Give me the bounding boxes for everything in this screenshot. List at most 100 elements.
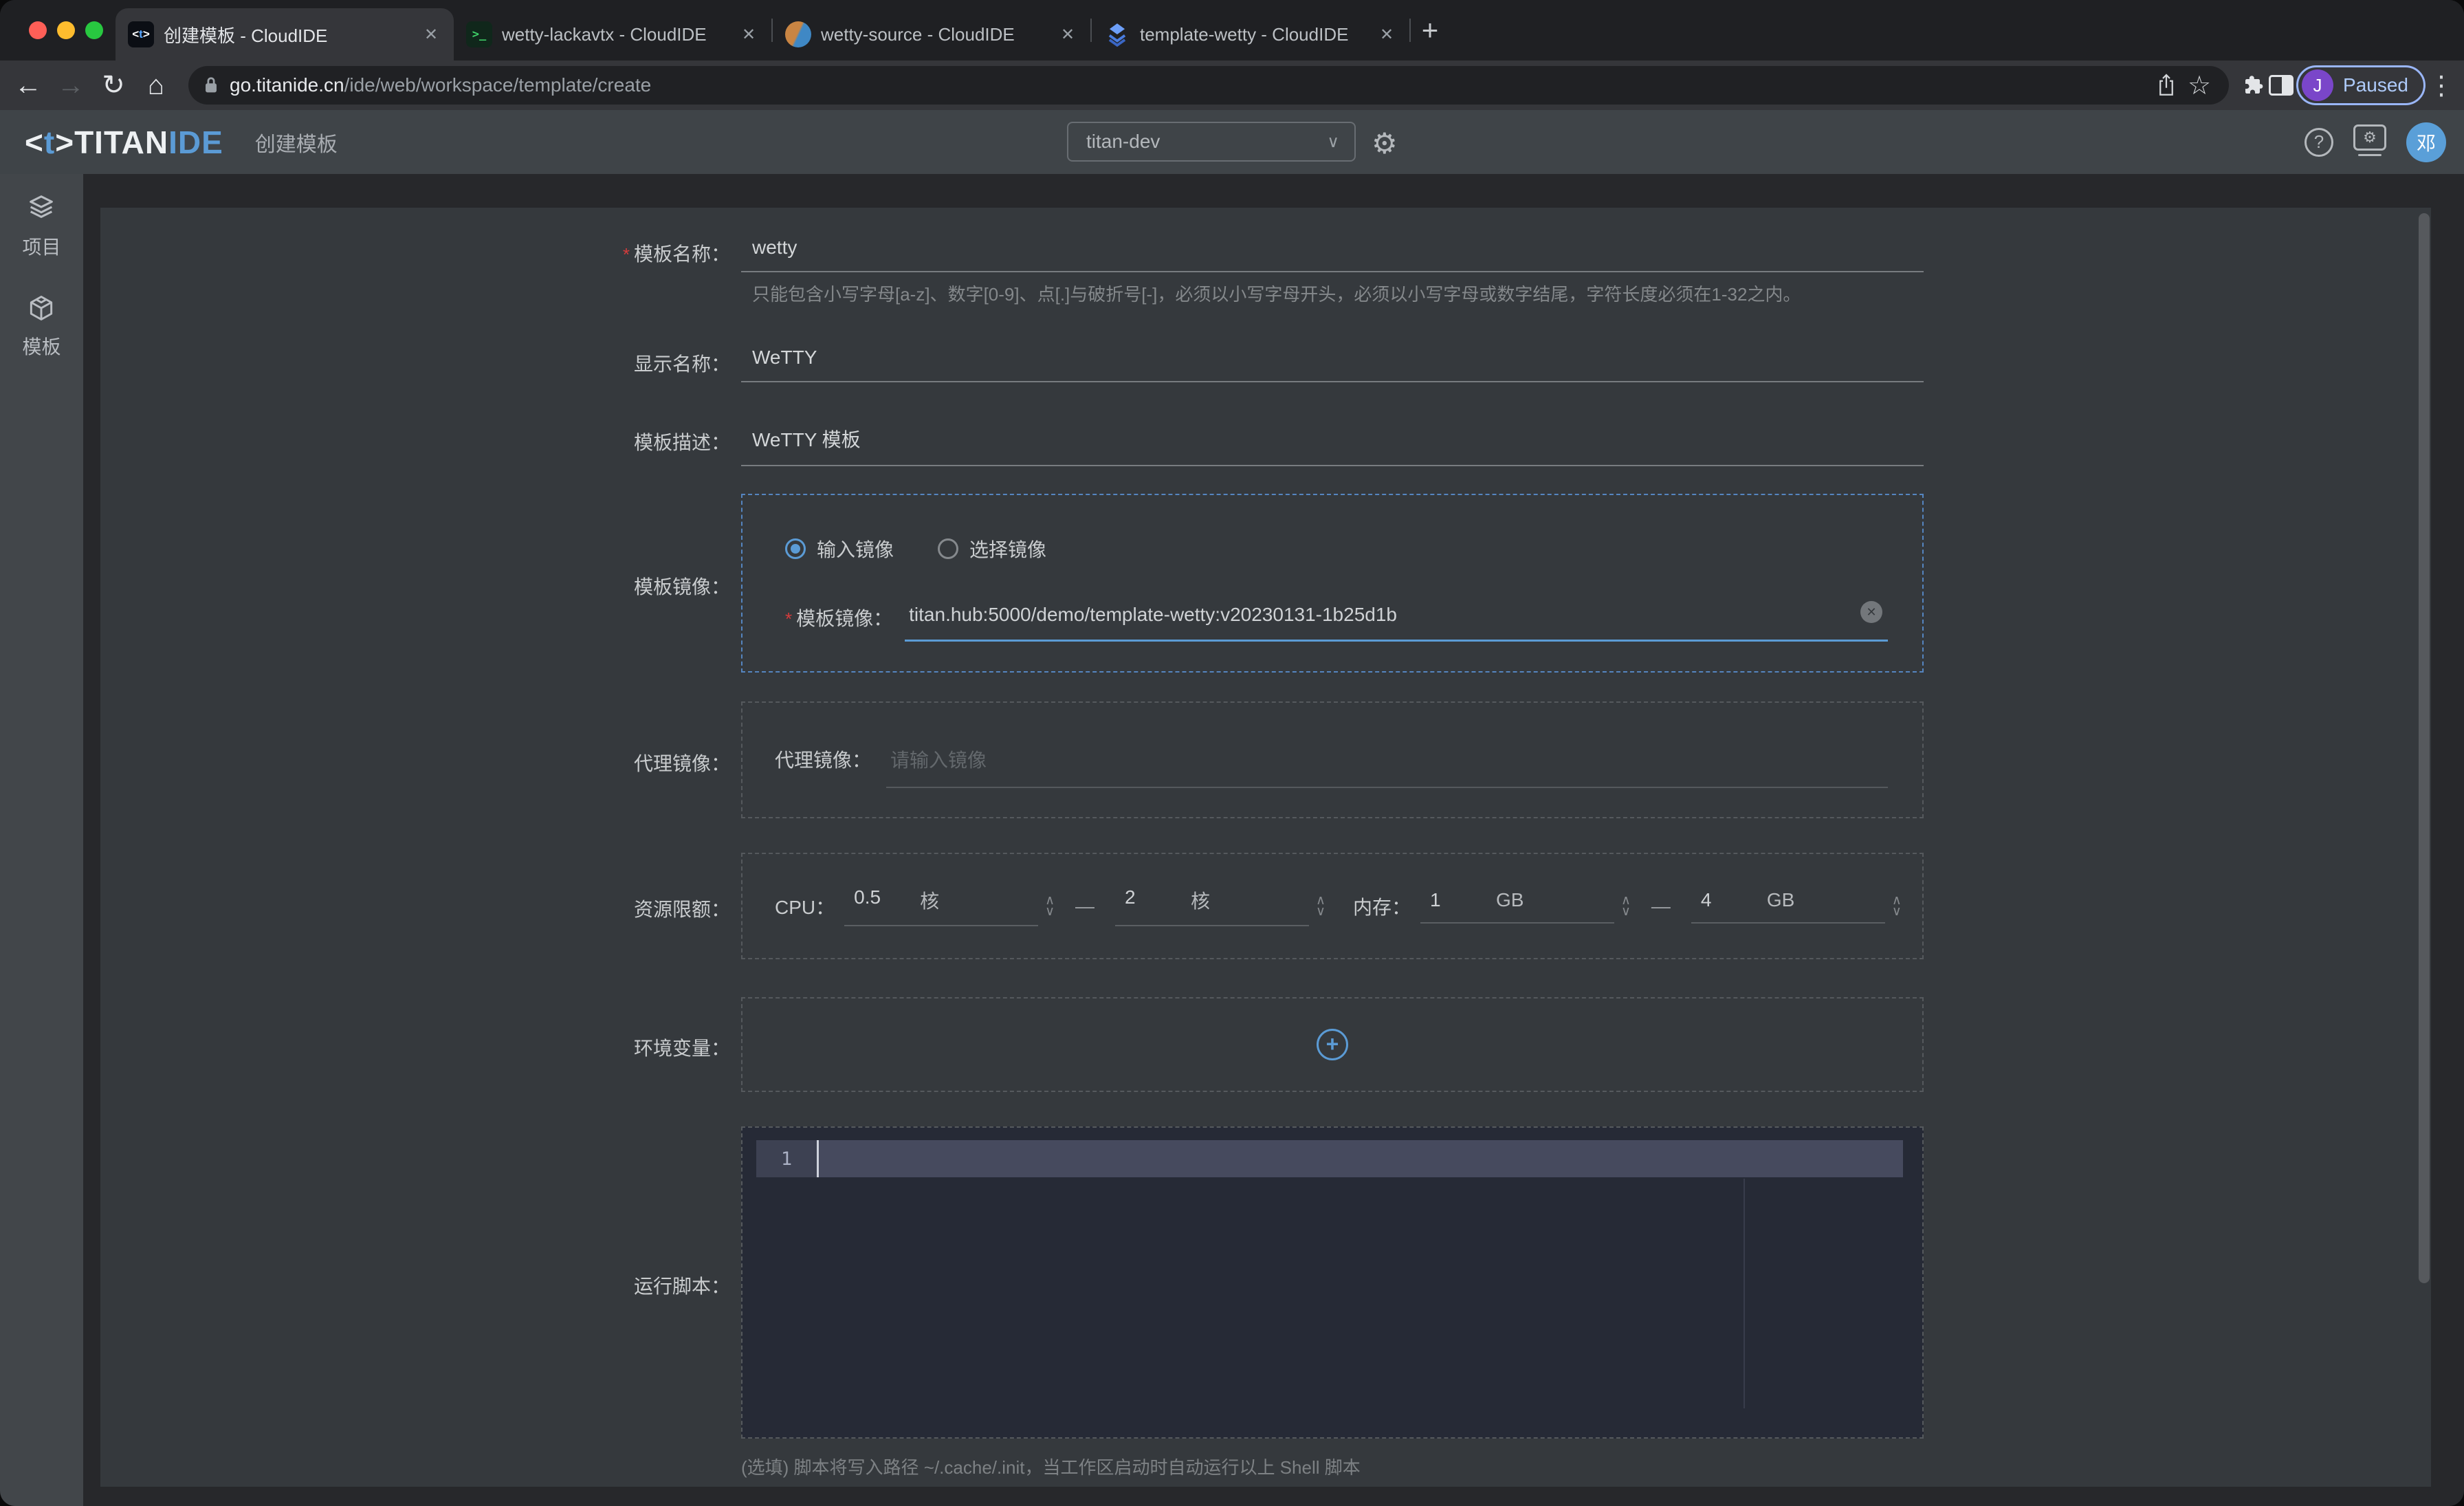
range-dash: — [1075,895,1094,917]
tab-wetty-lackavtx[interactable]: >_ wetty-lackavtx - CloudIDE ✕ [454,8,771,61]
workspace-select[interactable]: titan-dev ∨ [1067,122,1356,162]
run-script-hint: (选填) 脚本将写入路径 ~/.cache/.init，当工作区启动时自动运行以… [741,1454,1361,1479]
field-label-proxy-image: 代理镜像： [100,749,730,776]
status-badge: Paused [2343,74,2408,96]
minimize-window-button[interactable] [57,21,75,39]
app-header: <t>TITANIDE 创建模板 titan-dev ∨ ⚙ ? ⚙ 邓 [0,110,2464,174]
required-mark: * [623,244,630,265]
side-rail: 项目 模板 [0,174,83,1506]
mem-min-input[interactable]: 1GB [1420,889,1614,924]
editor-line-number: 1 [756,1140,817,1177]
browser-toolbar: ← → ↻ ⌂ go.titanide.cn/ide/web/workspace… [0,61,2464,110]
template-image-input[interactable]: titan.hub:5000/demo/template-wetty:v2023… [905,600,1888,642]
help-icon[interactable]: ? [2304,128,2333,157]
tab-wetty-source[interactable]: wetty-source - CloudIDE ✕ [773,8,1090,61]
create-template-form: *模板名称： wetty 只能包含小写字母[a-z]、数字[0-9]、点[.]与… [100,208,2431,1487]
memory-label: 内存： [1353,893,1411,920]
browser-menu-icon[interactable]: ⋮ [2428,70,2452,101]
radio-select-image[interactable] [938,538,958,559]
field-label-resources: 资源限额： [100,895,730,922]
home-icon[interactable]: ⌂ [136,65,176,105]
field-label-run-script: 运行脚本： [100,1272,730,1299]
share-icon[interactable] [2156,73,2177,98]
sidebar-item-label: 项目 [22,232,60,260]
clear-input-icon[interactable]: ✕ [1860,601,1882,623]
cpu-max-input[interactable]: 2核 [1115,886,1309,926]
radio-input-image-label[interactable]: 输入镜像 [817,535,894,563]
zoom-window-button[interactable] [85,21,103,39]
sidebar-item-projects[interactable]: 项目 [22,192,60,260]
titanide-favicon: <t> [128,21,154,47]
avatar: J [2302,69,2333,101]
bookmark-star-icon[interactable]: ☆ [2188,70,2211,101]
side-panel-icon[interactable] [2269,75,2294,96]
field-label-template-image: 模板镜像： [100,572,730,600]
extensions-puzzle-icon[interactable] [2241,73,2266,98]
add-env-var-button[interactable]: + [1317,1029,1348,1060]
tab-title: wetty-source - CloudIDE [821,24,1048,45]
cpu-min-input[interactable]: 0.5核 [844,886,1038,926]
tab-strip: <t> 创建模板 - CloudIDE ✕ >_ wetty-lackavtx … [0,0,2464,61]
radio-select-image-label[interactable]: 选择镜像 [969,535,1046,563]
proxy-image-input[interactable]: 请输入镜像 [886,741,1888,788]
range-dash: — [1651,895,1671,917]
tab-close-icon[interactable]: ✕ [421,25,441,45]
chevron-down-icon: ∨ [1327,132,1339,152]
tab-close-icon[interactable]: ✕ [1376,25,1397,45]
tab-close-icon[interactable]: ✕ [1057,25,1078,45]
mem-max-input[interactable]: 4GB [1691,889,1885,924]
user-avatar[interactable]: 邓 [2406,122,2446,162]
titanide-logo[interactable]: <t>TITANIDE [25,124,223,161]
back-icon[interactable]: ← [8,65,48,105]
template-image-group: 输入镜像 选择镜像 *模板镜像： titan.hub:5000/demo/tem… [741,494,1924,673]
cpu-max-stepper[interactable]: ∧∨ [1316,895,1326,917]
profile-chip[interactable]: J Paused [2296,65,2426,105]
field-label-template-desc: 模板描述： [100,428,730,455]
close-window-button[interactable] [29,21,47,39]
template-desc-input[interactable]: WeTTY 模板 [741,425,1924,466]
tab-title: template-wetty - CloudIDE [1140,24,1367,45]
cpu-min-stepper[interactable]: ∧∨ [1045,895,1055,917]
page-title: 创建模板 [255,127,338,157]
scrollbar-thumb[interactable] [2419,213,2430,1283]
address-bar[interactable]: go.titanide.cn/ide/web/workspace/templat… [188,66,2229,105]
resources-group: CPU： 0.5核 ∧∨ — 2核 ∧∨ 内存： 1GB ∧∨ — 4GB ∧∨ [741,853,1924,959]
cpu-label: CPU： [775,893,835,920]
run-script-editor[interactable]: 1 [741,1126,1924,1439]
layers-icon [25,192,57,228]
traffic-lights [0,0,116,61]
tab-create-template[interactable]: <t> 创建模板 - CloudIDE ✕ [116,8,454,61]
template-favicon [1104,21,1130,47]
reload-icon[interactable]: ↻ [94,65,133,105]
url-text: go.titanide.cn/ide/web/workspace/templat… [230,74,651,96]
radio-input-image[interactable] [785,538,806,559]
workspace-area: 项目 模板 *模板名称： wetty 只能包含小写字母[a-z]、数字[0-9]… [0,174,2464,1506]
editor-cursor [817,1140,819,1177]
mem-min-stepper[interactable]: ∧∨ [1621,895,1631,917]
console-settings-icon[interactable]: ⚙ [2353,124,2387,160]
editor-ruler [1744,1179,1745,1408]
mem-max-stepper[interactable]: ∧∨ [1892,895,1902,917]
tab-title: 创建模板 - CloudIDE [164,22,411,47]
tab-close-icon[interactable]: ✕ [738,25,759,45]
display-name-input[interactable]: WeTTY [741,347,1924,382]
proxy-image-group: 代理镜像： 请输入镜像 [741,701,1924,818]
field-label-template-name: *模板名称： [100,239,730,267]
tab-title: wetty-lackavtx - CloudIDE [502,24,729,45]
inner-label-proxy-image: 代理镜像： [775,741,871,773]
new-tab-button[interactable]: + [1411,11,1449,50]
workspace-settings-gear-icon[interactable]: ⚙ [1372,127,1398,160]
field-label-env-vars: 环境变量： [100,1034,730,1061]
forward-icon[interactable]: → [51,65,91,105]
env-vars-group: + [741,997,1924,1092]
cube-icon [26,293,56,328]
sidebar-item-label: 模板 [22,332,60,360]
field-label-display-name: 显示名称： [100,349,730,377]
browser-window: <t> 创建模板 - CloudIDE ✕ >_ wetty-lackavtx … [0,0,2464,1506]
required-mark: * [785,609,792,629]
lock-icon [204,76,219,95]
template-name-input[interactable]: wetty [741,237,1924,272]
tab-template-wetty[interactable]: template-wetty - CloudIDE ✕ [1092,8,1409,61]
editor-active-line: 1 [756,1140,1903,1177]
sidebar-item-templates[interactable]: 模板 [22,293,60,360]
